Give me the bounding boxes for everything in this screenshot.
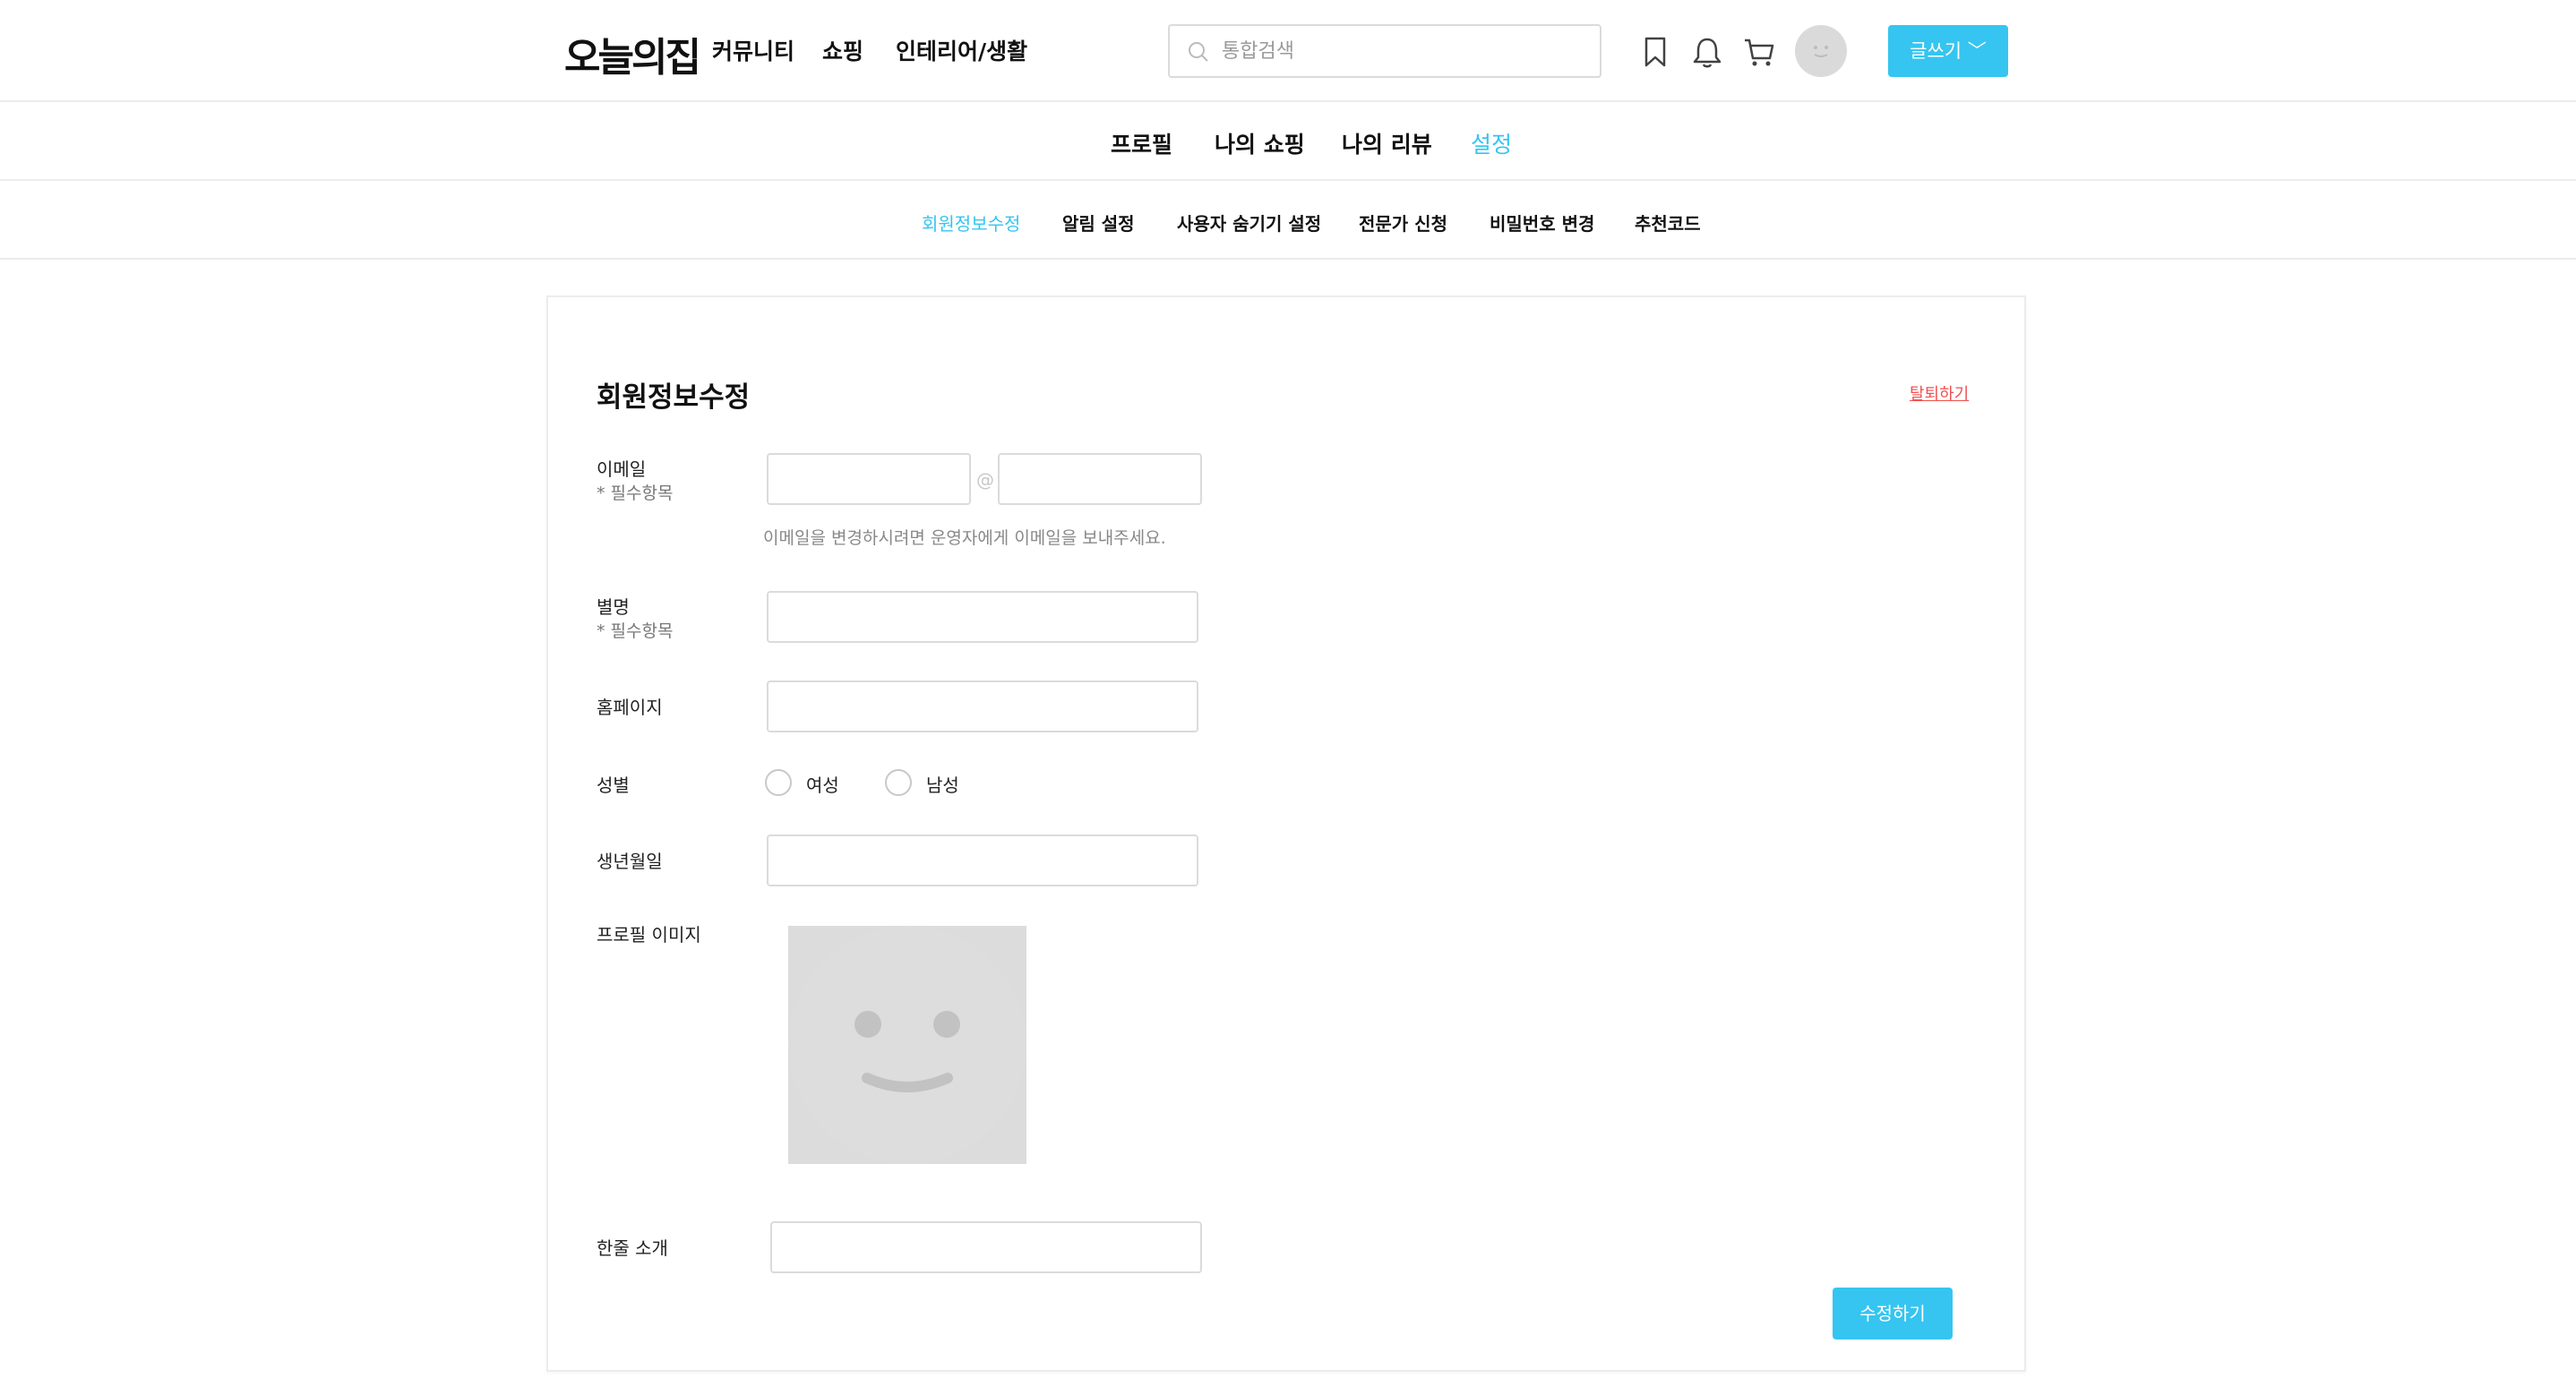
gender-female-label[interactable]: 여성 xyxy=(806,771,839,797)
profile-image-label: 프로필 이미지 xyxy=(597,924,701,946)
search-icon xyxy=(1189,42,1208,62)
cart-icon[interactable] xyxy=(1741,34,1777,70)
edit-profile-card: 회원정보수정 탈퇴하기 이메일 * 필수항목 @ 이메일을 변경하시려면 운영자… xyxy=(546,295,2026,1372)
nickname-label: 별명 xyxy=(597,596,630,618)
homepage-label: 홈페이지 xyxy=(597,697,663,718)
email-domain-input[interactable] xyxy=(998,453,1202,505)
at-sign: @ xyxy=(976,469,994,491)
submit-button[interactable]: 수정하기 xyxy=(1833,1288,1953,1339)
smiley-icon xyxy=(1814,46,1828,57)
email-required-mark: * 필수항목 xyxy=(597,484,674,503)
gender-male-radio[interactable] xyxy=(885,769,912,796)
birthday-input[interactable] xyxy=(767,834,1198,886)
avatar[interactable] xyxy=(1795,25,1847,77)
nav-interior-life[interactable]: 인테리어/생활 xyxy=(896,34,1027,66)
email-local-input[interactable] xyxy=(767,453,971,505)
search-box[interactable] xyxy=(1168,24,1601,78)
top-header: 오늘의집 커뮤니티 쇼핑 인테리어/생활 글쓰기 ﹀ xyxy=(0,0,2576,102)
profile-placeholder-icon xyxy=(788,926,1026,1164)
gender-female-radio[interactable] xyxy=(765,769,792,796)
section-nav: 프로필 나의 쇼핑 나의 리뷰 설정 xyxy=(0,104,2576,181)
gender-label: 성별 xyxy=(597,775,630,796)
nav-shopping[interactable]: 쇼핑 xyxy=(822,34,863,66)
gender-male-label[interactable]: 남성 xyxy=(926,771,959,797)
nav-community[interactable]: 커뮤니티 xyxy=(712,34,794,66)
page-title: 회원정보수정 xyxy=(597,381,751,414)
bookmark-icon[interactable] xyxy=(1637,34,1673,70)
tab-my-reviews[interactable]: 나의 리뷰 xyxy=(1342,127,1432,159)
site-logo[interactable]: 오늘의집 xyxy=(564,25,701,82)
withdraw-link[interactable]: 탈퇴하기 xyxy=(1910,381,1969,405)
intro-label: 한줄 소개 xyxy=(597,1237,668,1259)
intro-input[interactable] xyxy=(770,1221,1202,1273)
profile-image-upload[interactable] xyxy=(788,926,1026,1164)
search-input[interactable] xyxy=(1222,33,1580,69)
bell-icon[interactable] xyxy=(1689,34,1725,70)
tab-change-password[interactable]: 비밀번호 변경 xyxy=(1490,210,1594,235)
tab-edit-member-info[interactable]: 회원정보수정 xyxy=(922,210,1020,235)
write-button[interactable]: 글쓰기 ﹀ xyxy=(1888,25,2008,77)
birthday-label: 생년월일 xyxy=(597,851,663,872)
tab-hide-users-settings[interactable]: 사용자 숨기기 설정 xyxy=(1177,210,1321,235)
tab-expert-application[interactable]: 전문가 신청 xyxy=(1359,210,1447,235)
email-help-text: 이메일을 변경하시려면 운영자에게 이메일을 보내주세요. xyxy=(763,528,1166,548)
nickname-input[interactable] xyxy=(767,591,1198,643)
tab-settings[interactable]: 설정 xyxy=(1471,127,1512,159)
nickname-required-mark: * 필수항목 xyxy=(597,621,674,641)
tab-my-shopping[interactable]: 나의 쇼핑 xyxy=(1215,127,1305,159)
settings-nav: 회원정보수정 알림 설정 사용자 숨기기 설정 전문가 신청 비밀번호 변경 추… xyxy=(0,183,2576,260)
tab-profile[interactable]: 프로필 xyxy=(1111,127,1172,159)
tab-notification-settings[interactable]: 알림 설정 xyxy=(1062,210,1135,235)
tab-referral-code[interactable]: 추천코드 xyxy=(1635,210,1701,235)
homepage-input[interactable] xyxy=(767,680,1198,732)
email-label: 이메일 xyxy=(597,458,647,480)
